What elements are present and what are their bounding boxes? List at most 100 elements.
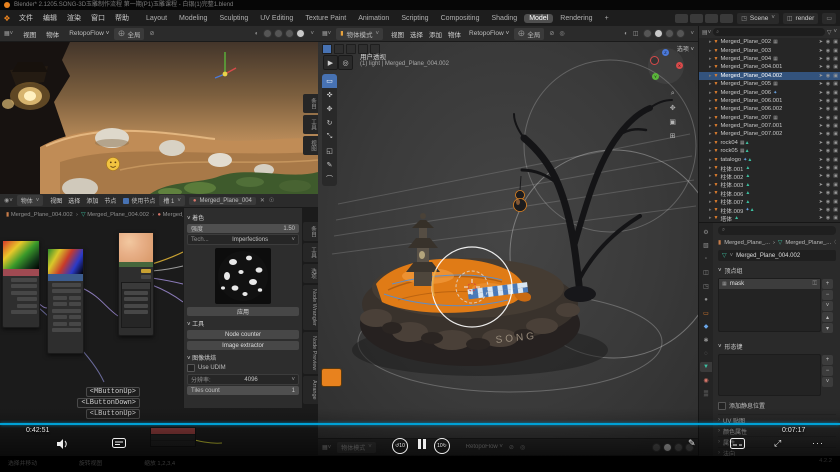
snap-magnet-icon[interactable]: ⊘ — [149, 30, 154, 37]
sidebar-tab[interactable]: Node Wrangler — [303, 285, 318, 330]
object-name[interactable]: rock04 — [720, 140, 737, 146]
object-name[interactable]: Merged_Plane_003 — [720, 48, 771, 54]
outliner-row[interactable]: ▸ ▼ Merged_Plane_004.002 ➤ ◉ ▣ — [699, 72, 840, 80]
properties-search-input[interactable]: ⌕ — [718, 226, 836, 235]
expand-icon[interactable]: ▸ — [709, 98, 712, 104]
texture-tab[interactable]: ▒ — [700, 389, 712, 399]
material-shading-icon[interactable] — [665, 29, 674, 38]
menu-item[interactable]: 视图 — [47, 196, 65, 205]
pause-button[interactable] — [418, 439, 426, 449]
selectable-icon[interactable]: ➤ — [819, 48, 823, 54]
retopoflow-menu[interactable]: RetopoFlow ˅ — [69, 30, 109, 37]
hide-in-viewport-icon[interactable]: ◉ — [826, 81, 830, 87]
slot-dropdown[interactable]: 槽 1˅ — [159, 195, 185, 206]
physics-tab[interactable]: ◌ — [700, 349, 712, 359]
pin-icon[interactable]: ☉ — [834, 239, 836, 246]
move-tool[interactable]: ✥ — [322, 102, 337, 116]
blender-menu-icon[interactable]: ❖ — [0, 14, 14, 23]
vertex-group-item[interactable]: ▦ mask ⚿ — [719, 279, 820, 289]
overlays-icon[interactable]: ◐ — [624, 31, 628, 37]
collection-toggle[interactable] — [322, 44, 332, 54]
bake-section-header[interactable]: ˅ 图像烘焙 — [187, 353, 299, 362]
play-button[interactable]: ▶ — [323, 55, 338, 70]
expand-icon[interactable]: ▸ — [709, 215, 712, 221]
material-selector[interactable]: ● Merged_Plane_004 — [189, 197, 256, 205]
menu-item[interactable]: 窗口 — [86, 13, 110, 23]
move-gizmo-icon[interactable] — [212, 48, 238, 80]
hide-in-viewport-icon[interactable]: ◉ — [826, 157, 830, 163]
move-down-button[interactable]: ▾ — [822, 323, 833, 333]
apply-button[interactable]: 应用 — [187, 307, 299, 316]
sidebar-tab[interactable]: 条目 — [303, 222, 318, 241]
add-shapekey-button[interactable]: + — [822, 355, 833, 365]
particles-tab[interactable]: ✱ — [700, 335, 712, 345]
object-name[interactable]: Merged_Plane_004.001 — [720, 64, 782, 70]
snap-magnet-icon[interactable]: ⊘ — [549, 30, 554, 37]
menu-item[interactable]: 编辑 — [38, 13, 62, 23]
hide-in-viewport-icon[interactable]: ◉ — [826, 64, 830, 70]
expand-icon[interactable]: ▸ — [709, 157, 712, 163]
overlay-button[interactable] — [705, 14, 718, 23]
object-name[interactable]: Merged_Plane_006.001 — [720, 98, 782, 104]
context-menu-item[interactable] — [151, 440, 195, 446]
material-shading-icon[interactable] — [285, 29, 294, 38]
hide-in-viewport-icon[interactable]: ◉ — [826, 131, 830, 137]
pan-icon[interactable]: ✥ — [669, 104, 676, 112]
disable-in-render-icon[interactable]: ▣ — [833, 81, 838, 87]
measure-tool[interactable]: ⌒ — [322, 172, 337, 186]
unlink-icon[interactable]: ✕ — [260, 197, 265, 204]
hide-in-viewport-icon[interactable]: ◉ — [826, 98, 830, 104]
hide-in-viewport-icon[interactable]: ◉ — [826, 173, 830, 179]
disable-in-render-icon[interactable]: ▣ — [833, 215, 838, 221]
collection-toggle[interactable] — [346, 44, 356, 54]
overlay-button[interactable] — [690, 14, 703, 23]
orientation-dropdown[interactable]: ⨁ 全局 — [114, 28, 144, 40]
shading-mode-switch[interactable] — [263, 29, 305, 38]
subtitle-icon[interactable] — [730, 438, 745, 449]
expand-icon[interactable]: ▸ — [709, 140, 712, 146]
rendered-shading-icon[interactable] — [676, 29, 685, 38]
workspace-tab[interactable]: Compositing — [436, 14, 485, 23]
workspace-tab[interactable]: Scripting — [396, 14, 433, 23]
solid-shading-icon[interactable] — [274, 29, 283, 38]
proportional-edit-icon[interactable]: ◎ — [520, 444, 525, 451]
disable-in-render-icon[interactable]: ▣ — [833, 165, 838, 171]
workspace-tab[interactable]: Animation — [353, 14, 394, 23]
outliner-search-input[interactable]: ⌕ — [713, 28, 825, 36]
notes-pencil-icon[interactable]: ✎ — [688, 438, 696, 449]
workspace-tab[interactable]: Rendering — [555, 14, 597, 23]
outliner-row[interactable]: ▸ ▼ Merged_Plane_006.001 ➤ ◉ ▣ — [699, 97, 840, 105]
object-name[interactable]: Merged_Plane_005 — [720, 81, 771, 87]
collection-toggle[interactable] — [334, 44, 344, 54]
hide-in-viewport-icon[interactable]: ◉ — [826, 199, 830, 205]
disable-in-render-icon[interactable]: ▣ — [833, 98, 838, 104]
disable-in-render-icon[interactable]: ▣ — [833, 140, 838, 146]
selectable-icon[interactable]: ➤ — [819, 157, 823, 163]
shapekey-specials-button[interactable]: ˅ — [822, 377, 833, 387]
expand-icon[interactable]: ▸ — [709, 115, 712, 121]
xray-icon[interactable]: ◫ — [633, 30, 639, 37]
hide-in-viewport-icon[interactable]: ◉ — [826, 106, 830, 112]
retopoflow-menu[interactable]: RetopoFlow ˅ — [466, 444, 503, 450]
tools-section-header[interactable]: ˅ 工具 — [187, 319, 299, 328]
image-thumbnail[interactable] — [321, 368, 342, 387]
workspace-tab[interactable]: UV Editing — [255, 14, 298, 23]
outliner-row[interactable]: ▸ ▼ Merged_Plane_006 ✦ ➤ ◉ ▣ — [699, 88, 840, 96]
rewind-10s-button[interactable]: ↺10 — [392, 438, 408, 454]
sidebar-tab[interactable]: 选项 — [303, 264, 318, 283]
breadcrumb-data[interactable]: Merged_Plane_... — [785, 240, 831, 246]
selectable-icon[interactable]: ➤ — [819, 81, 823, 87]
scene-selector[interactable]: ◳ Scene ˅ — [737, 13, 779, 24]
node-counter-button[interactable]: Node counter — [187, 330, 299, 339]
disable-in-render-icon[interactable]: ▣ — [833, 199, 838, 205]
tiles-count-field[interactable]: Tiles count 1 — [187, 386, 299, 395]
tech-dropdown[interactable]: Tech... Imperfections ˅ — [187, 234, 299, 245]
expand-icon[interactable]: ▸ — [709, 131, 712, 137]
menu-item[interactable]: 视图 — [388, 29, 407, 39]
object-name[interactable]: Merged_Plane_006.002 — [720, 106, 782, 112]
workspace-tab[interactable]: Layout — [141, 14, 172, 23]
sidebar-tab[interactable]: Arrange — [303, 376, 318, 404]
workspace-tab[interactable]: Texture Paint — [300, 14, 351, 23]
outliner-row[interactable]: ▸ ▼ Merged_Plane_006.002 ➤ ◉ ▣ — [699, 105, 840, 113]
forward-10s-button[interactable]: 10↻ — [434, 438, 450, 454]
